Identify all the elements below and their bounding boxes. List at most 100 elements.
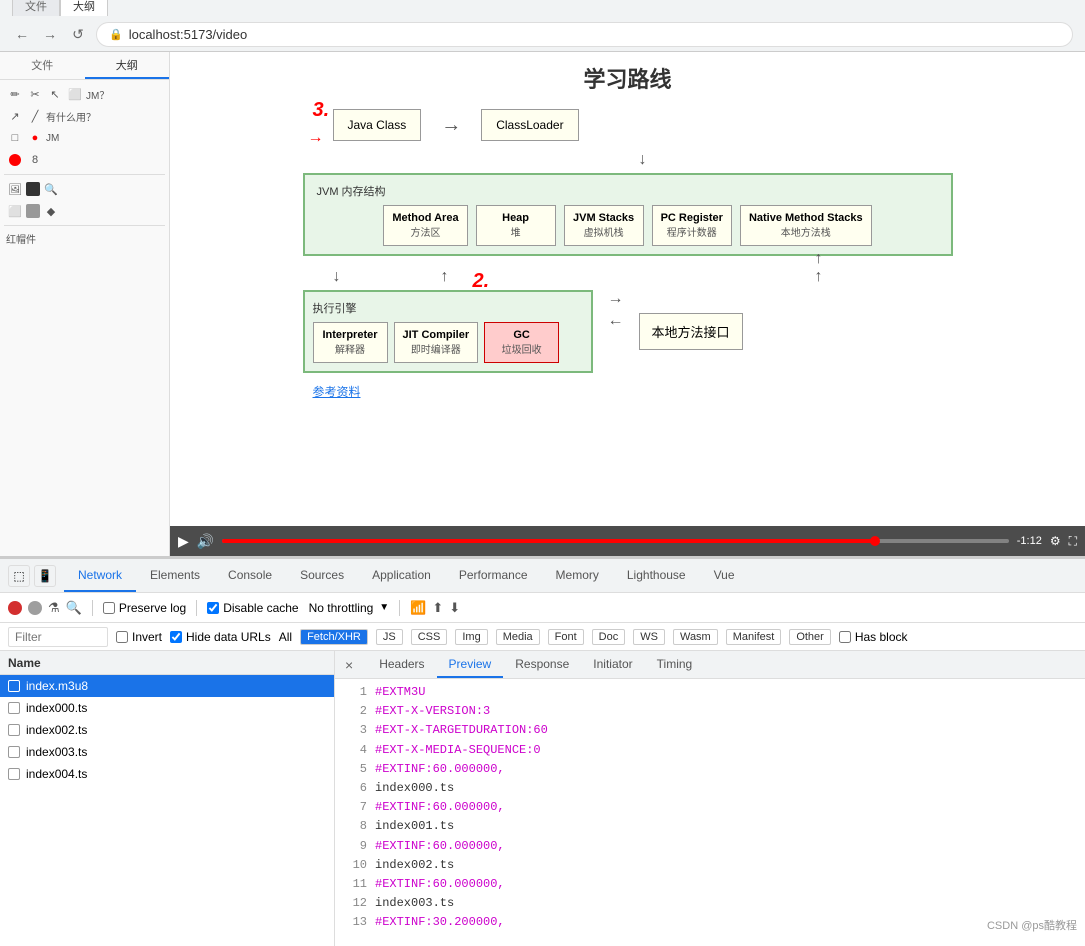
sidebar-tab-outline[interactable]: 大纲 [85,52,170,79]
eraser-icon[interactable]: ⬜ [66,85,84,103]
has-block-input[interactable] [839,631,851,643]
search-icon[interactable]: 🔍 [42,180,60,198]
refresh-button[interactable]: ↺ [68,24,88,44]
tab-console[interactable]: Console [214,559,286,592]
volume-button[interactable]: 🔊 [197,533,214,550]
address-bar[interactable]: 🔒 localhost:5173/video [96,22,1073,47]
has-block-checkbox[interactable]: Has block [839,630,908,644]
network-row-003[interactable]: index003.ts [0,741,334,763]
invert-input[interactable] [116,631,128,643]
tab-outline[interactable]: 大纲 [60,0,108,16]
back-button[interactable]: ← [12,24,32,44]
image-icon[interactable]: 🖼 [6,180,24,198]
color-square-icon[interactable] [26,204,40,218]
preserve-log-checkbox[interactable]: Preserve log [103,601,186,615]
pause-button[interactable]: ▶ [178,533,189,550]
inspect-icon[interactable]: ⬚ [8,565,30,587]
code-line-13: 13#EXTINF:30.200000, [343,913,1077,932]
cursor-icon[interactable]: ↖ [46,85,64,103]
ws-filter[interactable]: WS [633,629,665,645]
response-tab-response[interactable]: Response [503,651,581,678]
img-filter[interactable]: Img [455,629,487,645]
wifi-icon[interactable]: 📶 [410,600,426,616]
network-row-004[interactable]: index004.ts [0,763,334,785]
tab-file[interactable]: 文件 [12,0,60,16]
checkbox-000[interactable] [8,702,20,714]
forward-button[interactable]: → [40,24,60,44]
tab-lighthouse[interactable]: Lighthouse [613,559,700,592]
network-row-000[interactable]: index000.ts [0,697,334,719]
hide-data-urls-checkbox[interactable]: Hide data URLs [170,630,271,644]
disable-cache-input[interactable] [207,602,219,614]
jm-label: JM [46,133,59,144]
upload-icon[interactable]: ⬆ [432,600,443,616]
doc-filter[interactable]: Doc [592,629,626,645]
filter-input[interactable] [8,627,108,647]
download-icon[interactable]: ⬇ [449,600,460,616]
stop-button[interactable] [28,601,42,615]
tab-elements[interactable]: Elements [136,559,214,592]
tab-vue[interactable]: Vue [700,559,749,592]
code-line-10: 10index002.ts [343,856,1077,875]
tab-application[interactable]: Application [358,559,445,592]
tool-row-redhat: 红帽件 [4,230,165,247]
checkbox-002[interactable] [8,724,20,736]
num-icon[interactable]: 8 [26,151,44,169]
redhat-label: 红帽件 [6,231,36,246]
disable-cache-checkbox[interactable]: Disable cache [207,601,298,615]
response-tab-preview[interactable]: Preview [437,651,504,678]
red-dot-icon[interactable] [6,151,24,169]
file-003: index003.ts [26,745,87,759]
manifest-filter[interactable]: Manifest [726,629,782,645]
media-filter[interactable]: Media [496,629,540,645]
pencil-icon[interactable]: ✏ [6,85,24,103]
response-tab-initiator[interactable]: Initiator [581,651,644,678]
square-black-icon[interactable] [26,182,40,196]
checkbox-003[interactable] [8,746,20,758]
other-filter[interactable]: Other [789,629,831,645]
all-filter[interactable]: All [279,630,292,644]
tab-sources[interactable]: Sources [286,559,358,592]
circle-icon[interactable]: ● [26,129,44,147]
ref-link[interactable]: 参考资料 [303,383,953,400]
settings-button[interactable]: ⚙ [1050,534,1061,548]
js-filter[interactable]: JS [376,629,403,645]
tab-bar: 文件 大纲 [0,0,1085,16]
throttle-arrow[interactable]: ▼ [379,602,389,613]
tab-memory[interactable]: Memory [542,559,613,592]
diamond-icon[interactable]: ◆ [42,202,60,220]
fullscreen-button[interactable]: ⛶ [1069,534,1077,549]
device-icon[interactable]: 📱 [34,565,56,587]
arrow-icon[interactable]: ↗ [6,107,24,125]
sidebar-tab-file[interactable]: 文件 [0,52,85,79]
line-icon[interactable]: ╱ [26,107,44,125]
throttle-select[interactable]: No throttling [309,601,374,615]
filter-icon[interactable]: ⚗ [48,600,60,616]
checkbox-m3u8[interactable] [8,680,20,692]
network-row-m3u8[interactable]: index.m3u8 [0,675,334,697]
response-tab-headers[interactable]: Headers [367,651,436,678]
wasm-filter[interactable]: Wasm [673,629,718,645]
nav-icon[interactable]: ⬜ [6,202,24,220]
checkbox-004[interactable] [8,768,20,780]
response-tab-timing[interactable]: Timing [645,651,705,678]
scissors-icon[interactable]: ✂ [26,85,44,103]
file-002: index002.ts [26,723,87,737]
invert-checkbox[interactable]: Invert [116,630,162,644]
record-button[interactable] [8,601,22,615]
tab-network[interactable]: Network [64,559,136,592]
exec-box-interpreter: Interpreter 解释器 [313,322,388,363]
font-filter[interactable]: Font [548,629,584,645]
network-row-002[interactable]: index002.ts [0,719,334,741]
progress-bar[interactable] [222,539,1009,543]
css-filter[interactable]: CSS [411,629,448,645]
panel-close-button[interactable]: × [339,657,359,673]
fetch-xhr-filter[interactable]: Fetch/XHR [300,629,368,645]
rect-icon[interactable]: □ [6,129,24,147]
preserve-log-input[interactable] [103,602,115,614]
hide-data-urls-input[interactable] [170,631,182,643]
top-row: Java Class → ClassLoader [333,109,953,141]
tab-performance[interactable]: Performance [445,559,542,592]
search-icon[interactable]: 🔍 [66,600,82,616]
code-line-9: 9#EXTINF:60.000000, [343,837,1077,856]
